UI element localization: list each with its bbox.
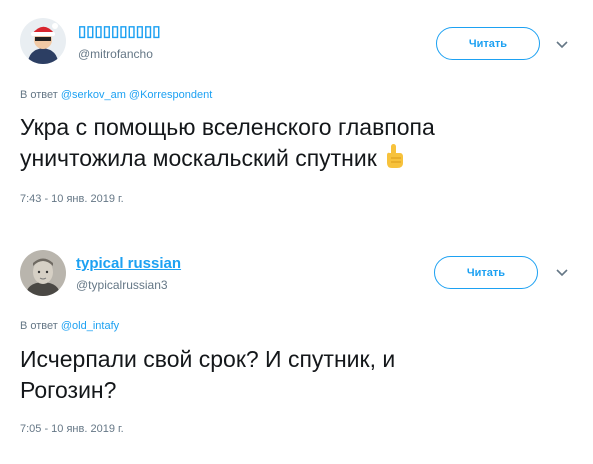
tweet-text-line: Укра с помощью вселенского главпопа: [20, 114, 435, 140]
timestamp[interactable]: 7:43 - 10 янв. 2019 г.: [20, 193, 124, 205]
timestamp[interactable]: 7:05 - 10 янв. 2019 г.: [20, 423, 124, 435]
tweet-text-line: Рогозин?: [20, 377, 117, 403]
username[interactable]: @mitrofancho: [78, 47, 153, 61]
reply-context: В ответ @old_intafy: [20, 320, 119, 332]
pointing-up-icon: [387, 144, 404, 168]
chevron-down-icon[interactable]: [554, 265, 570, 281]
tweet-text-line: уничтожила москальский спутник: [20, 145, 377, 171]
avatar[interactable]: [20, 18, 66, 64]
chevron-down-icon[interactable]: [554, 37, 570, 53]
follow-button[interactable]: Читать: [434, 256, 538, 289]
display-name[interactable]: ▯▯▯▯▯▯▯▯▯▯: [78, 22, 161, 40]
mention-link[interactable]: @old_intafy: [61, 320, 119, 332]
follow-button[interactable]: Читать: [436, 27, 540, 60]
tweet-text: Исчерпали свой срок? И спутник, и Рогози…: [20, 344, 395, 406]
mention-link[interactable]: @serkov_am: [61, 89, 126, 101]
mention-link[interactable]: @Korrespondent: [129, 89, 212, 101]
tweet-text: Укра с помощью вселенского главпопа унич…: [20, 112, 435, 174]
tweet: ▯▯▯▯▯▯▯▯▯▯ @mitrofancho Читать В ответ @…: [0, 0, 593, 222]
avatar[interactable]: [20, 250, 66, 296]
username[interactable]: @typicalrussian3: [76, 278, 168, 292]
reply-prefix: В ответ: [20, 89, 58, 101]
reply-prefix: В ответ: [20, 320, 58, 332]
display-name[interactable]: typical russian: [76, 255, 181, 272]
tweet-text-line: Исчерпали свой срок? И спутник, и: [20, 346, 396, 372]
tweet: typical russian @typicalrussian3 Читать …: [0, 222, 593, 464]
reply-context: В ответ @serkov_am @Korrespondent: [20, 89, 212, 101]
